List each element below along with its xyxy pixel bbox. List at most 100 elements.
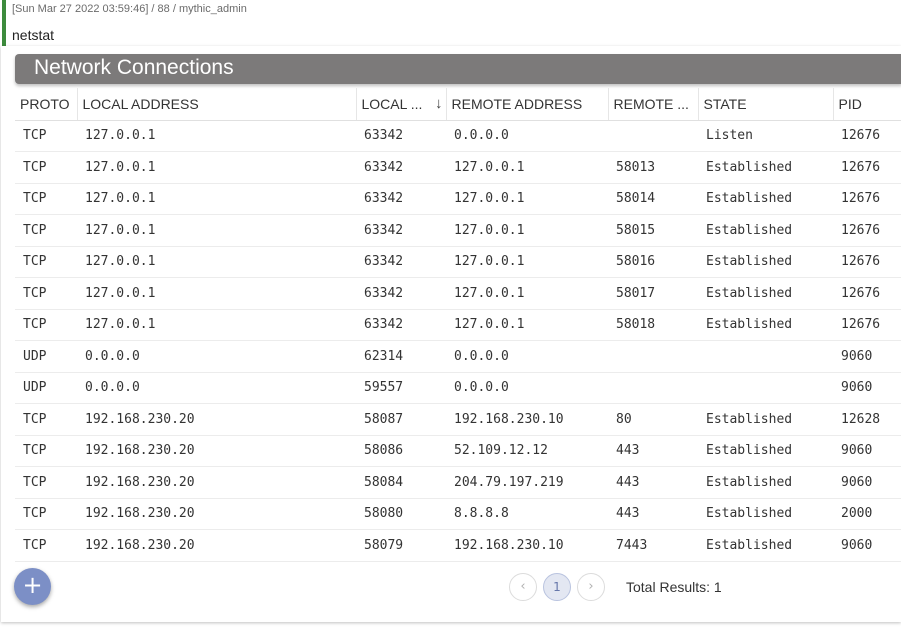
cell-remote-address: 52.109.12.12 bbox=[446, 435, 608, 467]
cell-proto: UDP bbox=[15, 340, 77, 373]
cell-state: Established bbox=[698, 466, 833, 499]
cell-remote-address: 8.8.8.8 bbox=[446, 498, 608, 530]
cell-remote-address: 192.168.230.10 bbox=[446, 529, 608, 562]
cell-local-address: 127.0.0.1 bbox=[77, 277, 356, 310]
cell-state: Established bbox=[698, 151, 833, 184]
cell-remote-port: 58015 bbox=[608, 214, 698, 247]
cell-local-port: 62314 bbox=[356, 340, 446, 373]
cell-pid: 9060 bbox=[833, 340, 901, 373]
table-row[interactable]: UDP 0.0.0.0 59557 0.0.0.0 9060 bbox=[15, 372, 901, 404]
cell-proto: TCP bbox=[15, 529, 77, 562]
cell-pid: 12676 bbox=[833, 214, 901, 247]
cell-remote-address: 127.0.0.1 bbox=[446, 309, 608, 341]
cell-pid: 12676 bbox=[833, 120, 901, 152]
cell-proto: TCP bbox=[15, 435, 77, 467]
cell-proto: TCP bbox=[15, 183, 77, 215]
cell-local-port: 58086 bbox=[356, 435, 446, 467]
cell-remote-address: 192.168.230.10 bbox=[446, 403, 608, 436]
add-button[interactable]: + bbox=[14, 568, 51, 605]
table-row[interactable]: TCP 192.168.230.20 58084 204.79.197.219 443 E… bbox=[15, 466, 901, 499]
connections-table: PROTO LOCAL ADDRESS LOCAL ... ↓ REMOTE AD… bbox=[15, 88, 901, 562]
task-command: netstat bbox=[12, 27, 55, 43]
column-header-proto[interactable]: PROTO bbox=[15, 88, 78, 121]
column-header-remote-port[interactable]: REMOTE ... bbox=[608, 88, 699, 121]
task-header: [Sun Mar 27 2022 03:59:46] / 88 / mythic… bbox=[0, 0, 901, 46]
cell-local-address: 127.0.0.1 bbox=[77, 214, 356, 247]
cell-local-port: 58084 bbox=[356, 466, 446, 499]
page-1-button[interactable]: 1 bbox=[543, 573, 571, 601]
cell-local-port: 63342 bbox=[356, 246, 446, 278]
table-row[interactable]: TCP 127.0.0.1 63342 127.0.0.1 58015 Establish… bbox=[15, 214, 901, 247]
cell-pid: 12676 bbox=[833, 246, 901, 278]
column-header-remote-address[interactable]: REMOTE ADDRESS bbox=[446, 88, 609, 121]
cell-local-address: 0.0.0.0 bbox=[77, 340, 356, 373]
cell-remote-address: 127.0.0.1 bbox=[446, 214, 608, 247]
cell-local-port: 63342 bbox=[356, 183, 446, 215]
previous-page-button[interactable]: ‹ bbox=[509, 573, 537, 601]
table-row[interactable]: UDP 0.0.0.0 62314 0.0.0.0 9060 bbox=[15, 340, 901, 373]
cell-local-address: 127.0.0.1 bbox=[77, 183, 356, 215]
column-header-state[interactable]: STATE bbox=[698, 88, 834, 121]
cell-state: Established bbox=[698, 435, 833, 467]
column-header-pid[interactable]: PID bbox=[833, 88, 901, 121]
table-row[interactable]: TCP 127.0.0.1 63342 127.0.0.1 58014 Establish… bbox=[15, 183, 901, 215]
cell-pid: 2000 bbox=[833, 498, 901, 530]
arrow-down-icon[interactable]: ↓ bbox=[435, 95, 443, 112]
cell-local-port: 59557 bbox=[356, 372, 446, 404]
cell-proto: TCP bbox=[15, 120, 77, 152]
cell-local-address: 127.0.0.1 bbox=[77, 120, 356, 152]
cell-remote-port: 58016 bbox=[608, 246, 698, 278]
panel-title: Network Connections bbox=[34, 56, 234, 79]
cell-local-port: 63342 bbox=[356, 151, 446, 184]
cell-remote-port: 443 bbox=[608, 498, 698, 530]
chevron-left-icon: ‹ bbox=[520, 579, 526, 594]
cell-proto: TCP bbox=[15, 403, 77, 436]
cell-local-port: 63342 bbox=[356, 214, 446, 247]
cell-pid: 9060 bbox=[833, 372, 901, 404]
cell-remote-address: 0.0.0.0 bbox=[446, 340, 608, 373]
cell-remote-address: 127.0.0.1 bbox=[446, 246, 608, 278]
cell-remote-port: 58013 bbox=[608, 151, 698, 184]
total-results: Total Results: 1 bbox=[626, 579, 722, 595]
cell-remote-port: 443 bbox=[608, 435, 698, 467]
table-row[interactable]: TCP 192.168.230.20 58080 8.8.8.8 443 Establis… bbox=[15, 498, 901, 530]
table-row[interactable]: TCP 127.0.0.1 63342 127.0.0.1 58017 Establish… bbox=[15, 277, 901, 310]
cell-state bbox=[698, 340, 833, 373]
table-row[interactable]: TCP 127.0.0.1 63342 0.0.0.0 Listen 12676 bbox=[15, 120, 901, 152]
cell-remote-port: 58018 bbox=[608, 309, 698, 341]
cell-pid: 9060 bbox=[833, 529, 901, 562]
table-row[interactable]: TCP 192.168.230.20 58086 52.109.12.12 443 Est… bbox=[15, 435, 901, 467]
cell-proto: TCP bbox=[15, 498, 77, 530]
cell-local-address: 0.0.0.0 bbox=[77, 372, 356, 404]
cell-pid: 12676 bbox=[833, 151, 901, 184]
cell-remote-address: 0.0.0.0 bbox=[446, 120, 608, 152]
cell-proto: TCP bbox=[15, 277, 77, 310]
table-row[interactable]: TCP 192.168.230.20 58087 192.168.230.10 80 Es… bbox=[15, 403, 901, 436]
column-header-local-address[interactable]: LOCAL ADDRESS bbox=[77, 88, 357, 121]
cell-remote-port bbox=[608, 372, 698, 404]
cell-remote-address: 127.0.0.1 bbox=[446, 183, 608, 215]
cell-pid: 12676 bbox=[833, 309, 901, 341]
cell-remote-port: 443 bbox=[608, 466, 698, 499]
cell-proto: TCP bbox=[15, 246, 77, 278]
table-row[interactable]: TCP 192.168.230.20 58079 192.168.230.10 7443… bbox=[15, 529, 901, 562]
cell-local-address: 127.0.0.1 bbox=[77, 309, 356, 341]
cell-local-port: 63342 bbox=[356, 120, 446, 152]
table-row[interactable]: TCP 127.0.0.1 63342 127.0.0.1 58013 Establish… bbox=[15, 151, 901, 184]
cell-remote-port bbox=[608, 120, 698, 152]
cell-state: Established bbox=[698, 277, 833, 310]
next-page-button[interactable]: › bbox=[577, 573, 605, 601]
column-header-local-port[interactable]: LOCAL ... ↓ bbox=[356, 88, 447, 121]
cell-local-port: 58079 bbox=[356, 529, 446, 562]
cell-local-port: 58080 bbox=[356, 498, 446, 530]
cell-pid: 9060 bbox=[833, 466, 901, 499]
cell-remote-port: 80 bbox=[608, 403, 698, 436]
cell-local-port: 58087 bbox=[356, 403, 446, 436]
cell-remote-port: 58017 bbox=[608, 277, 698, 310]
task-status-bar bbox=[2, 0, 6, 46]
cell-proto: TCP bbox=[15, 466, 77, 499]
table-row[interactable]: TCP 127.0.0.1 63342 127.0.0.1 58018 Establish… bbox=[15, 309, 901, 341]
table-row[interactable]: TCP 127.0.0.1 63342 127.0.0.1 58016 Establish… bbox=[15, 246, 901, 278]
cell-state: Established bbox=[698, 498, 833, 530]
cell-local-address: 127.0.0.1 bbox=[77, 246, 356, 278]
